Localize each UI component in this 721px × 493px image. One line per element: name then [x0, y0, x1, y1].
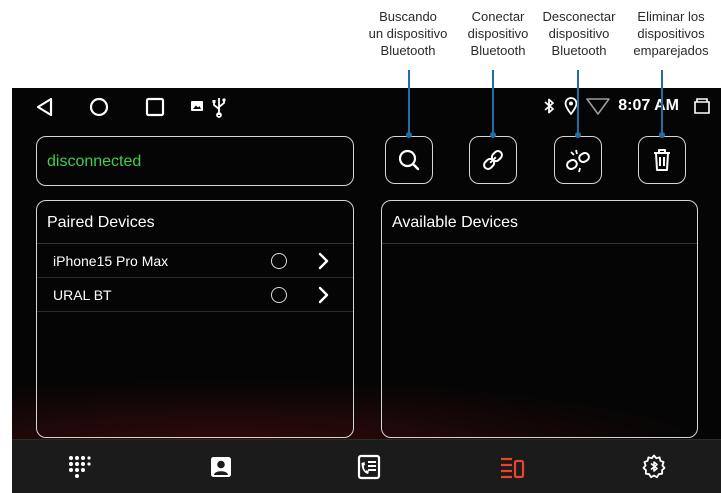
- wifi-icon: [586, 98, 611, 115]
- connection-radio[interactable]: [271, 253, 287, 269]
- callout-leader-line: [490, 70, 496, 138]
- call-log-icon: [357, 454, 381, 480]
- bluetooth-devices-icon: [501, 457, 525, 479]
- device-name: iPhone15 Pro Max: [53, 253, 169, 269]
- device-name: URAL BT: [53, 287, 112, 303]
- back-icon[interactable]: [34, 96, 56, 118]
- home-icon[interactable]: [88, 96, 110, 118]
- chevron-right-icon[interactable]: [317, 286, 329, 304]
- paired-devices-panel: Paired Devices iPhone15 Pro Max URAL BT: [36, 200, 354, 438]
- bottom-nav: [12, 439, 721, 493]
- paired-devices-title: Paired Devices: [47, 214, 155, 231]
- available-devices-title: Available Devices: [392, 214, 518, 231]
- connection-status-text: disconnected: [47, 153, 142, 170]
- bluetooth-icon: [544, 98, 555, 114]
- callout-delete: Eliminar los dispositivos emparejados: [633, 9, 709, 58]
- head-unit-screen: 8:07 AM disconnected Paired Devices iPho…: [12, 88, 721, 493]
- contacts-icon: [211, 457, 231, 477]
- chevron-right-icon[interactable]: [317, 252, 329, 270]
- bluetooth-settings-button[interactable]: [641, 454, 667, 480]
- divider: [382, 243, 697, 244]
- connect-device-button[interactable]: [469, 136, 517, 184]
- disconnect-device-button[interactable]: [554, 136, 602, 184]
- available-devices-panel: Available Devices: [381, 200, 698, 438]
- paired-device-row[interactable]: URAL BT: [37, 278, 353, 312]
- image-notification-icon: [191, 101, 203, 111]
- bluetooth-devices-tab[interactable]: [499, 454, 525, 480]
- link-icon: [483, 150, 503, 170]
- trash-icon: [654, 149, 670, 171]
- connection-status-field: disconnected: [36, 136, 354, 186]
- status-bar: 8:07 AM: [12, 88, 721, 126]
- delete-paired-button[interactable]: [638, 136, 686, 184]
- paired-device-row[interactable]: iPhone15 Pro Max: [37, 244, 353, 278]
- callout-leader-line: [659, 70, 665, 138]
- callout-leader-line: [406, 70, 412, 138]
- callout-leader-line: [575, 70, 581, 138]
- dialpad-icon: [69, 456, 91, 478]
- callout-disconnect: Desconectar dispositivo Bluetooth: [542, 9, 616, 58]
- connection-radio[interactable]: [271, 287, 287, 303]
- unlink-icon: [566, 149, 590, 173]
- recents-icon[interactable]: [144, 96, 166, 118]
- bluetooth-settings-icon: [642, 454, 666, 479]
- clock: 8:07 AM: [618, 97, 679, 114]
- search-icon: [398, 149, 420, 171]
- usb-icon: [212, 98, 226, 118]
- status-right-group: 8:07 AM: [542, 97, 711, 115]
- search-devices-button[interactable]: [385, 136, 433, 184]
- screenshot-icon[interactable]: [693, 97, 711, 115]
- call-log-button[interactable]: [356, 454, 382, 480]
- dialpad-button[interactable]: [66, 454, 92, 480]
- callout-connect: Conectar dispositivo Bluetooth: [467, 9, 529, 58]
- row-divider: [37, 311, 353, 312]
- callout-search: Buscando un dispositivo Bluetooth: [368, 9, 448, 58]
- contacts-button[interactable]: [208, 454, 234, 480]
